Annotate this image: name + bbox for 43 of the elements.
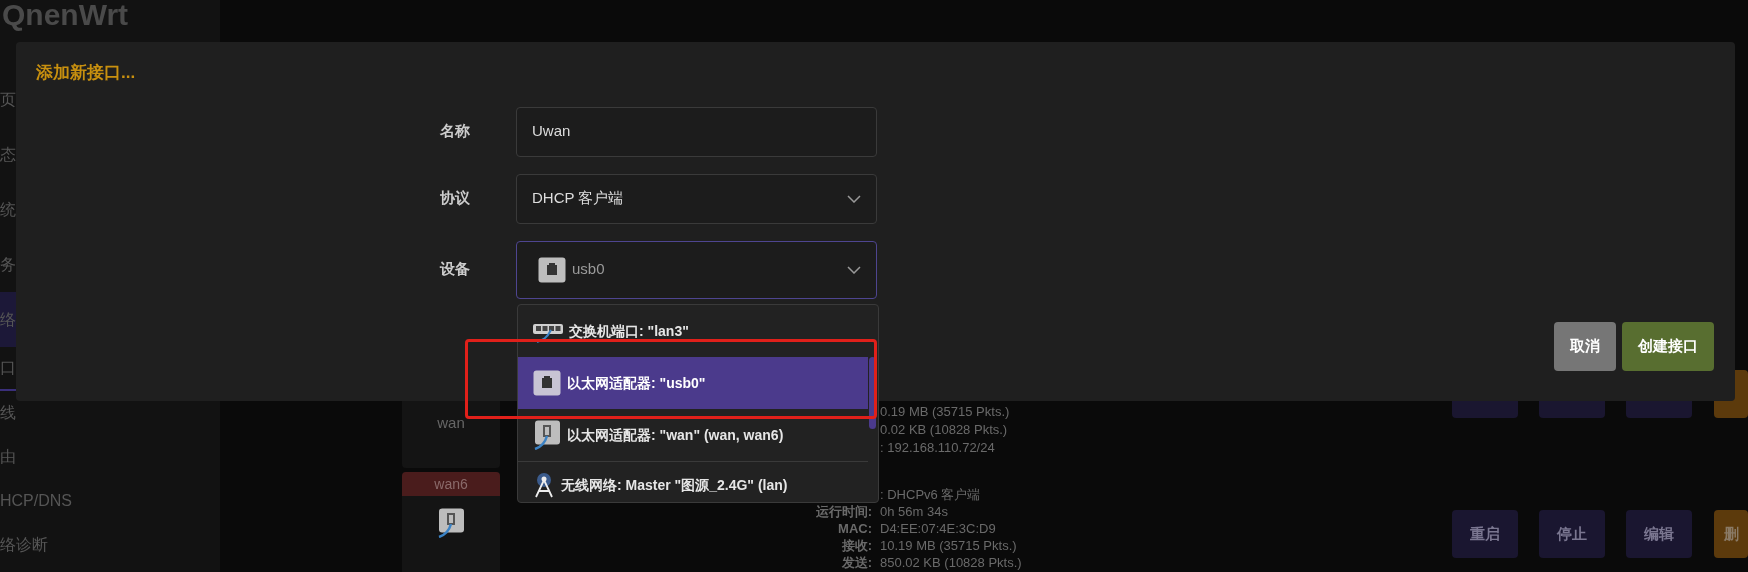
create-button[interactable]: 创建接口 (1622, 322, 1714, 371)
info-label: 发送: (841, 554, 872, 571)
info-value: 10.19 MB (35715 Pkts.) (880, 537, 1018, 554)
info-label: 接收: (841, 537, 872, 554)
action-button[interactable]: 重启 (1452, 510, 1518, 558)
ethernet-port-icon (538, 256, 566, 283)
dropdown-option[interactable]: 以太网适配器: "wan" (wan, wan6) (518, 409, 868, 461)
cable-icon (437, 508, 465, 538)
sidebar-item[interactable]: 络诊断 (0, 523, 220, 567)
sidebar-item[interactable]: HCP/DNS (0, 479, 220, 523)
protocol-select[interactable]: DHCP 客户端 (516, 173, 877, 224)
info-value: : 192.168.110.72/24 (880, 439, 996, 457)
action-button[interactable]: 删 (1714, 510, 1748, 558)
interface-badge: wan6 (402, 472, 500, 496)
field-label: 协议 (439, 188, 471, 209)
cancel-button[interactable]: 取消 (1554, 322, 1616, 371)
info-value: : DHCPv6 客户端 (880, 486, 982, 503)
interface-name: wan (437, 413, 465, 433)
dropdown-option[interactable]: 以太网适配器: "usb0" (518, 357, 868, 409)
field-label: 设备 (438, 259, 471, 280)
dialog-title: 添加新接口... (35, 62, 136, 84)
brand-logo: QnenWrt (1, 0, 129, 30)
scrollbar-thumb (869, 357, 876, 429)
info-label: 运行时间: (815, 503, 872, 520)
action-button[interactable]: 编辑 (1626, 510, 1692, 558)
sidebar-item[interactable]: 由 (0, 435, 220, 479)
info-label: MAC: (838, 520, 872, 537)
device-select[interactable]: usb0 (516, 240, 877, 299)
chevron-down-icon (847, 194, 861, 203)
dropdown-option[interactable]: 交换机端口: "lan3" (518, 305, 868, 357)
chevron-down-icon (847, 265, 861, 274)
antenna-tower-icon (533, 472, 555, 498)
info-value: 0.19 MB (35715 Pkts.) (880, 403, 1010, 421)
info-value: 0.02 KB (10828 Pkts.) (880, 421, 1009, 439)
field-label: 名称 (439, 121, 471, 142)
info-value: 0h 56m 34s (880, 503, 949, 520)
cable-icon (533, 420, 561, 450)
dropdown-option[interactable]: 无线网络: Master "图源_2.4G" (lan) (518, 461, 868, 502)
info-value: D4:EE:07:4E:3C:D9 (880, 520, 997, 537)
ethernet-port-icon (533, 370, 561, 396)
info-value: 850.02 KB (10828 Pkts.) (880, 554, 1022, 571)
name-input[interactable]: Uwan (516, 106, 877, 157)
action-button[interactable]: 停止 (1539, 510, 1605, 558)
